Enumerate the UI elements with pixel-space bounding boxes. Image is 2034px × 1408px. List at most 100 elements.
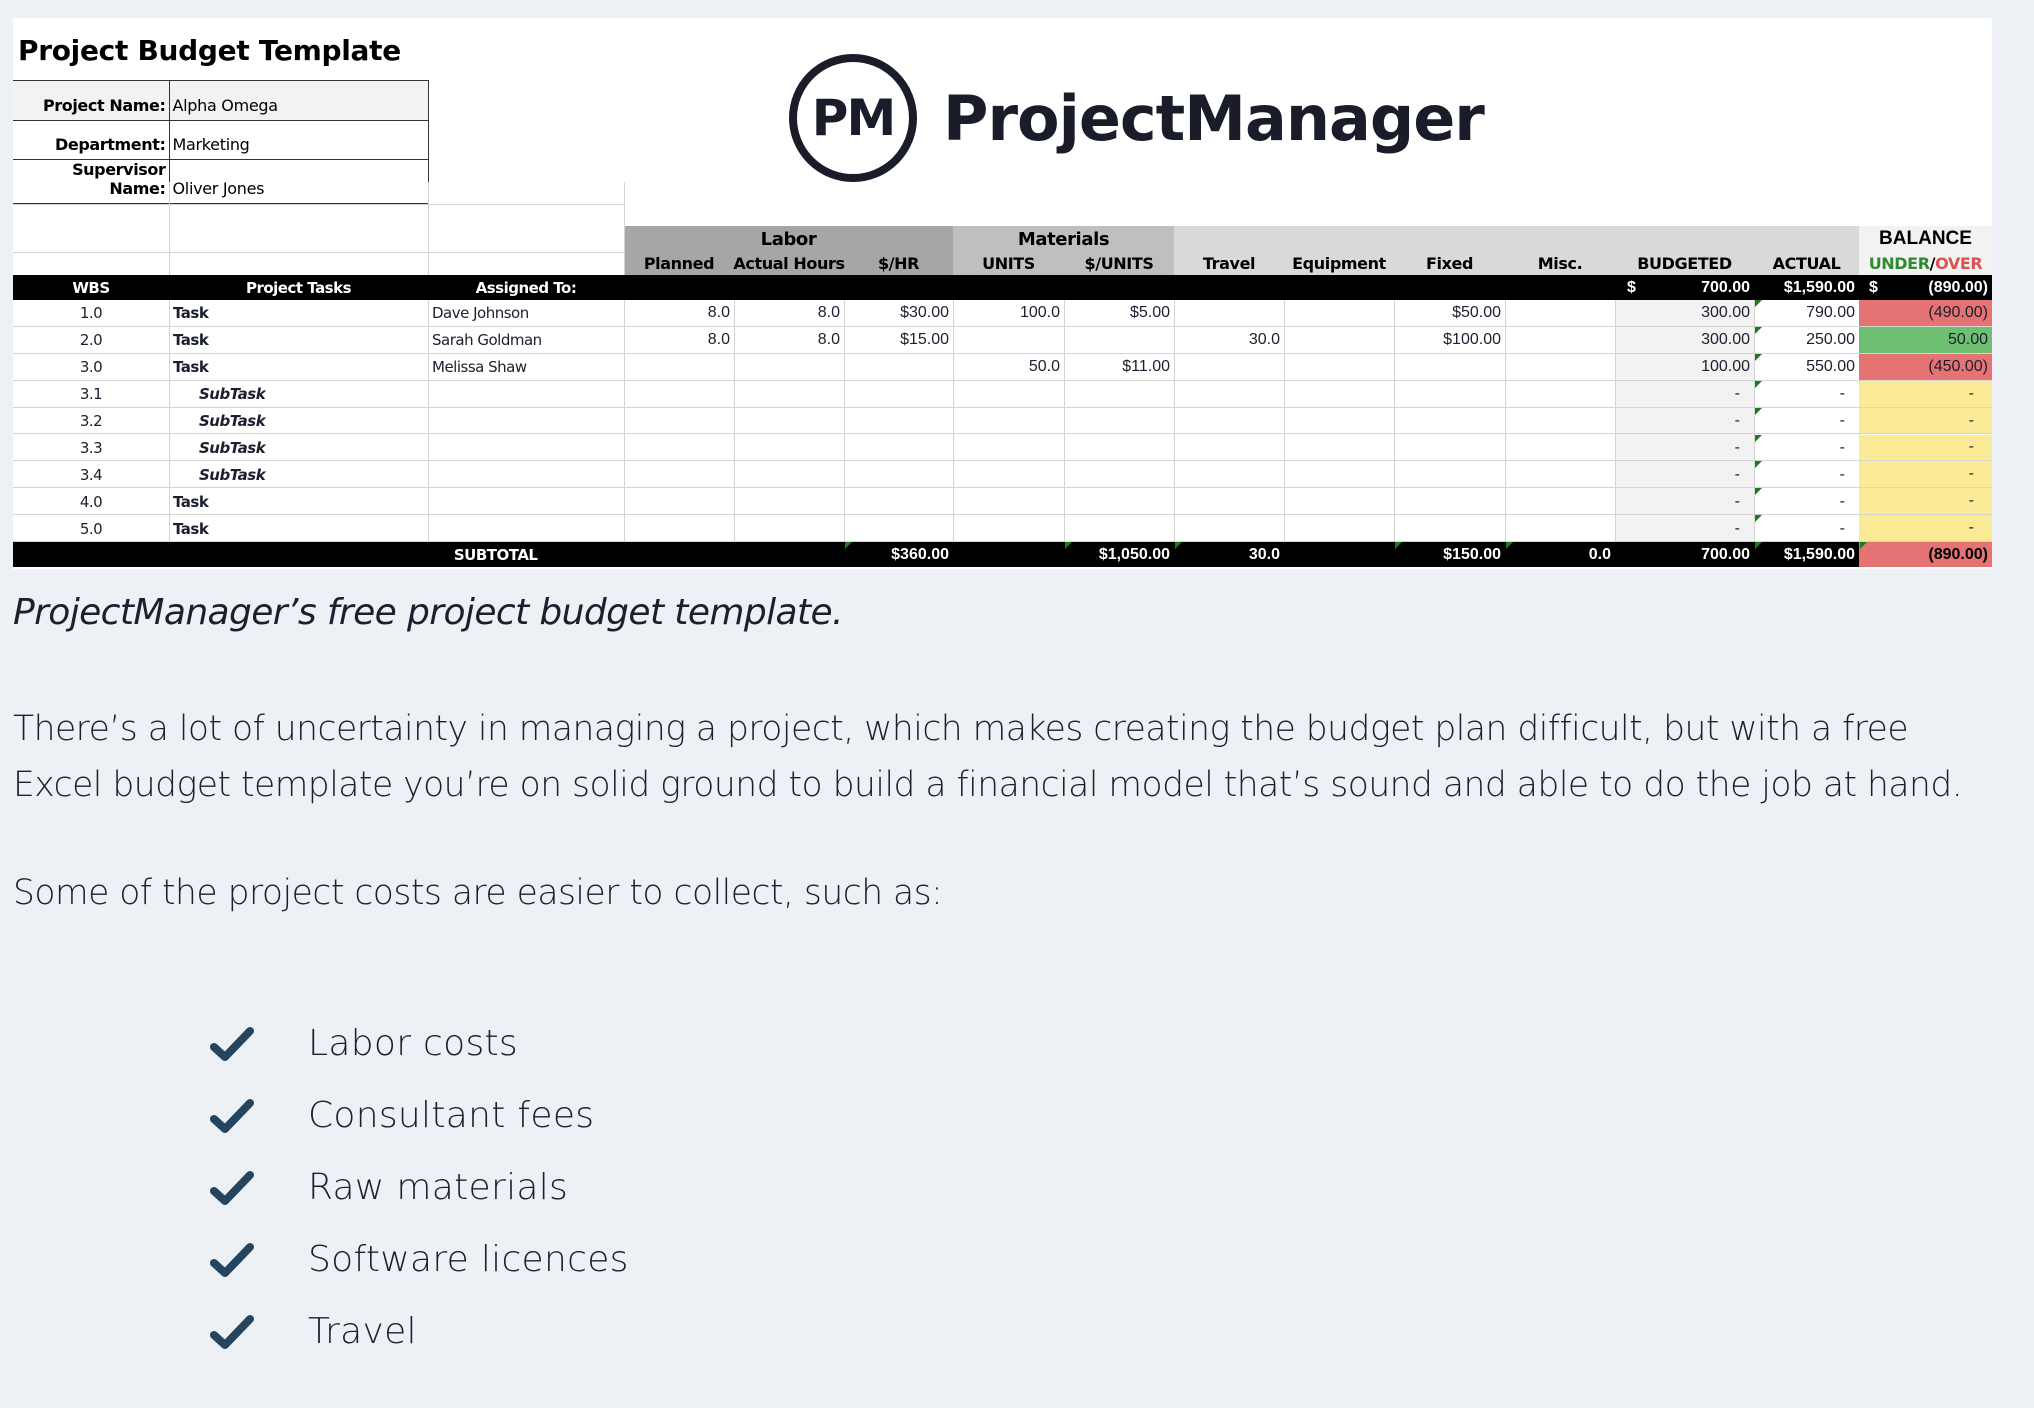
per-unit-cell bbox=[1064, 381, 1174, 408]
column-header-budgeted: BUDGETED bbox=[1637, 254, 1732, 273]
comment-indicator bbox=[1755, 380, 1762, 388]
travel-cell bbox=[1174, 461, 1284, 488]
column-header-tasks: Project Tasks bbox=[245, 278, 352, 297]
rate-cell bbox=[844, 435, 953, 462]
task-cell: Task bbox=[173, 304, 209, 323]
planned-cell bbox=[624, 435, 734, 462]
actual-cell: - bbox=[1839, 492, 1845, 510]
column-header-wbs: WBS bbox=[72, 278, 110, 297]
units-cell bbox=[953, 381, 1064, 408]
assigned-cell bbox=[428, 408, 624, 435]
units-cell: 50.0 bbox=[1028, 358, 1060, 376]
planned-cell bbox=[624, 488, 734, 515]
subtotal-rate: $360.00 bbox=[891, 545, 949, 563]
travel-cell: 30.0 bbox=[1248, 331, 1280, 349]
actual-hours-cell: 8.0 bbox=[817, 331, 840, 349]
equipment-cell bbox=[1284, 435, 1394, 462]
comment-indicator bbox=[1175, 542, 1182, 550]
misc-cell bbox=[1505, 354, 1615, 381]
materials-group-header: Materials bbox=[1017, 228, 1110, 250]
table-row: 1.0 Task Dave Johnson 8.0 8.0 $30.00 100.0 $5.0… bbox=[13, 300, 1992, 327]
task-cell: SubTask bbox=[199, 465, 266, 484]
per-unit-cell bbox=[1064, 488, 1174, 515]
actual-cell: - bbox=[1839, 385, 1845, 403]
balance-cell: - bbox=[1859, 380, 1992, 407]
planned-cell bbox=[624, 515, 734, 542]
assigned-cell bbox=[428, 381, 624, 408]
equipment-cell bbox=[1284, 408, 1394, 435]
column-header-assigned: Assigned To: bbox=[475, 278, 577, 297]
per-unit-cell bbox=[1064, 327, 1174, 354]
intro-paragraph: There’s a lot of uncertainty in managing… bbox=[13, 701, 1963, 813]
task-cell: Task bbox=[173, 358, 209, 377]
costs-intro-paragraph: Some of the project costs are easier to … bbox=[13, 873, 943, 913]
table-row: 3.2 SubTask - - - bbox=[13, 407, 1992, 435]
subtotal-label: SUBTOTAL bbox=[453, 545, 538, 564]
equipment-cell bbox=[1284, 354, 1394, 381]
logo-wordmark: ProjectManager bbox=[943, 81, 1485, 155]
planned-cell bbox=[624, 381, 734, 408]
column-header-balance: UNDER / OVER bbox=[1859, 252, 1992, 275]
subtotal-actual: $1,590.00 bbox=[1783, 545, 1855, 563]
comment-indicator bbox=[1860, 542, 1867, 550]
wbs-cell: 5.0 bbox=[79, 519, 103, 538]
wbs-cell: 3.4 bbox=[79, 465, 103, 484]
fixed-cell bbox=[1394, 488, 1505, 515]
balance-cell: (490.00) bbox=[1859, 300, 1992, 326]
comment-indicator bbox=[1755, 300, 1762, 307]
units-cell bbox=[953, 515, 1064, 542]
balance-cell: - bbox=[1859, 461, 1992, 488]
budgeted-cell: 300.00 bbox=[1701, 331, 1750, 349]
table-row: 3.4 SubTask - - - bbox=[13, 461, 1992, 489]
info-row-department: Department: Marketing bbox=[13, 119, 429, 160]
budgeted-cell: - bbox=[1734, 385, 1740, 403]
planned-cell bbox=[624, 408, 734, 435]
cost-checklist: Labor costs Consultant fees Raw materials S… bbox=[210, 1007, 629, 1367]
column-header-misc: Misc. bbox=[1537, 254, 1583, 273]
intro-line-2: Excel budget template you’re on solid gr… bbox=[13, 765, 1963, 805]
subtotal-fixed: $150.00 bbox=[1443, 545, 1501, 563]
units-cell bbox=[953, 488, 1064, 515]
budgeted-cell: - bbox=[1734, 412, 1740, 430]
budgeted-cell: 100.00 bbox=[1701, 358, 1750, 376]
actual-hours-cell bbox=[734, 381, 844, 408]
projectmanager-logo: PM ProjectManager bbox=[789, 54, 1485, 182]
per-unit-cell bbox=[1064, 408, 1174, 435]
project-info-table: Project Name: Alpha Omega Department: Ma… bbox=[13, 80, 429, 204]
info-value: Oliver Jones bbox=[169, 159, 429, 204]
comment-indicator bbox=[1065, 542, 1072, 550]
actual-hours-cell bbox=[734, 515, 844, 542]
fixed-cell bbox=[1394, 515, 1505, 542]
check-icon bbox=[210, 1027, 254, 1061]
equipment-cell bbox=[1284, 515, 1394, 542]
per-unit-cell bbox=[1064, 461, 1174, 488]
info-value: Marketing bbox=[169, 119, 429, 160]
checklist-item: Raw materials bbox=[210, 1151, 629, 1223]
per-unit-cell bbox=[1064, 515, 1174, 542]
equipment-cell bbox=[1284, 488, 1394, 515]
actual-cell: - bbox=[1839, 412, 1845, 430]
actual-hours-cell bbox=[734, 488, 844, 515]
info-row-supervisor: Supervisor Name: Oliver Jones bbox=[13, 159, 429, 204]
per-unit-cell: $5.00 bbox=[1129, 304, 1170, 322]
balance-cell: - bbox=[1859, 488, 1992, 515]
assigned-cell bbox=[428, 461, 624, 488]
intro-line-1: There’s a lot of uncertainty in managing… bbox=[13, 709, 1909, 749]
assigned-cell: Sarah Goldman bbox=[432, 331, 542, 350]
fixed-cell bbox=[1394, 435, 1505, 462]
per-unit-cell bbox=[1064, 435, 1174, 462]
fixed-cell bbox=[1394, 461, 1505, 488]
planned-cell: 8.0 bbox=[707, 304, 730, 322]
check-icon bbox=[210, 1171, 254, 1205]
misc-cell bbox=[1505, 327, 1615, 354]
image-caption: ProjectManager’s free project budget tem… bbox=[13, 592, 843, 633]
info-label: Project Name: bbox=[13, 80, 170, 121]
wbs-cell: 3.2 bbox=[79, 412, 103, 431]
total-balance-value: (890.00) bbox=[1928, 278, 1988, 296]
budgeted-cell: - bbox=[1734, 438, 1740, 456]
labor-group-header: Labor bbox=[760, 228, 817, 250]
balance-cell: - bbox=[1859, 407, 1992, 434]
assigned-cell bbox=[428, 435, 624, 462]
misc-cell bbox=[1505, 461, 1615, 488]
comment-indicator bbox=[1755, 434, 1762, 442]
